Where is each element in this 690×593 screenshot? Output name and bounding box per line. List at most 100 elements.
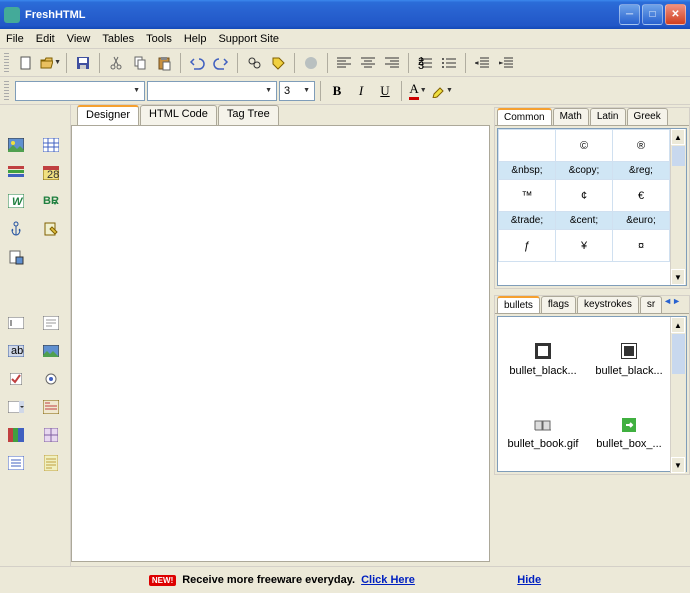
menu-tools[interactable]: Tools (146, 33, 172, 45)
font-color-button[interactable]: A▼ (407, 80, 429, 102)
radio-icon[interactable] (41, 369, 61, 389)
table-icon[interactable] (41, 135, 61, 155)
chart-icon[interactable] (6, 163, 26, 183)
tab-more[interactable]: sr (640, 296, 662, 313)
align-left-button[interactable] (333, 52, 355, 74)
redo-button[interactable] (210, 52, 232, 74)
font-family-select[interactable]: ▼ (15, 81, 145, 101)
image-icon[interactable] (6, 135, 26, 155)
outdent-button[interactable] (471, 52, 493, 74)
bullet-item[interactable]: bullet_black... (588, 325, 670, 395)
bullet-item[interactable]: bullet_box_... (588, 399, 670, 469)
unordered-list-button[interactable] (438, 52, 460, 74)
char-cell[interactable]: ¤ (613, 230, 670, 262)
close-button[interactable]: ✕ (665, 4, 686, 25)
scroll-down-icon[interactable]: ▼ (671, 269, 685, 285)
tab-nav-left-icon[interactable]: ◄ (663, 296, 672, 313)
find-button[interactable] (243, 52, 265, 74)
characters-panel: Common Math Latin Greek ©® &nbsp;&copy;&… (494, 107, 690, 289)
image-button-icon[interactable] (41, 341, 61, 361)
tab-tag-tree[interactable]: Tag Tree (218, 105, 279, 125)
anchor-icon[interactable] (6, 219, 26, 239)
grip[interactable] (4, 53, 9, 73)
font-style-select[interactable]: ▼ (147, 81, 277, 101)
scroll-up-icon[interactable]: ▲ (671, 129, 685, 145)
highlight-button[interactable]: ▼ (431, 80, 453, 102)
editor-canvas[interactable] (71, 125, 490, 562)
colors-icon[interactable] (6, 425, 26, 445)
textarea-icon[interactable] (41, 313, 61, 333)
menu-view[interactable]: View (67, 33, 91, 45)
maximize-button[interactable]: □ (642, 4, 663, 25)
char-cell[interactable]: ƒ (499, 230, 556, 262)
window-title: FreshHTML (25, 9, 619, 21)
tab-bullets[interactable]: bullets (497, 296, 540, 313)
char-cell[interactable]: © (556, 130, 613, 162)
bullet-item[interactable]: bullet_book.gif (502, 399, 584, 469)
menu-edit[interactable]: Edit (36, 33, 55, 45)
char-label: &reg; (613, 162, 670, 180)
scrollbar[interactable]: ▲ ▼ (670, 317, 686, 473)
scrollbar[interactable]: ▲ ▼ (670, 129, 686, 285)
scroll-down-icon[interactable]: ▼ (671, 457, 685, 473)
tab-html-code[interactable]: HTML Code (140, 105, 217, 125)
button-icon[interactable]: abc (6, 341, 26, 361)
char-cell[interactable]: ™ (499, 180, 556, 212)
menu-tables[interactable]: Tables (102, 33, 134, 45)
align-right-button[interactable] (381, 52, 403, 74)
menu-file[interactable]: File (6, 33, 24, 45)
svg-text:3: 3 (418, 60, 424, 69)
tab-keystrokes[interactable]: keystrokes (577, 296, 639, 313)
copy-button[interactable] (129, 52, 151, 74)
menu-help[interactable]: Help (184, 33, 207, 45)
open-button[interactable]: ▼ (39, 52, 61, 74)
tab-nav-right-icon[interactable]: ► (672, 296, 681, 313)
char-cell[interactable]: ¥ (556, 230, 613, 262)
tag-button[interactable] (267, 52, 289, 74)
page-props-icon[interactable] (6, 247, 26, 267)
sphere-button[interactable] (300, 52, 322, 74)
bullet-item[interactable]: bullet_black... (502, 325, 584, 395)
cut-button[interactable] (105, 52, 127, 74)
char-cell[interactable]: ® (613, 130, 670, 162)
italic-button[interactable]: I (350, 80, 372, 102)
grip[interactable] (4, 81, 9, 101)
titlebar: FreshHTML ─ □ ✕ (0, 0, 690, 29)
save-button[interactable] (72, 52, 94, 74)
tab-common[interactable]: Common (497, 108, 552, 125)
edit-page-icon[interactable] (41, 219, 61, 239)
char-cell[interactable] (499, 130, 556, 162)
tab-latin[interactable]: Latin (590, 108, 626, 125)
char-cell[interactable]: ¢ (556, 180, 613, 212)
excel-icon[interactable]: W (6, 191, 26, 211)
underline-button[interactable]: U (374, 80, 396, 102)
new-button[interactable] (15, 52, 37, 74)
form-icon[interactable] (41, 397, 61, 417)
indent-button[interactable] (495, 52, 517, 74)
undo-button[interactable] (186, 52, 208, 74)
input-text-icon[interactable] (6, 313, 26, 333)
ordered-list-button[interactable]: 123 (414, 52, 436, 74)
calendar-icon[interactable]: 28 (41, 163, 61, 183)
scroll-up-icon[interactable]: ▲ (671, 317, 685, 333)
menu-support[interactable]: Support Site (218, 33, 279, 45)
font-size-select[interactable]: 3▼ (279, 81, 315, 101)
tab-designer[interactable]: Designer (77, 105, 139, 125)
char-label: &cent; (556, 212, 613, 230)
paste-button[interactable] (153, 52, 175, 74)
svg-text:W: W (12, 196, 24, 208)
svg-text:28: 28 (47, 169, 59, 180)
checkbox-icon[interactable] (6, 369, 26, 389)
bold-button[interactable]: B (326, 80, 348, 102)
br-icon[interactable]: BR (41, 191, 61, 211)
list-icon[interactable] (6, 453, 26, 473)
char-cell[interactable]: € (613, 180, 670, 212)
align-center-button[interactable] (357, 52, 379, 74)
notes-icon[interactable] (41, 453, 61, 473)
grid-icon[interactable] (41, 425, 61, 445)
tab-greek[interactable]: Greek (627, 108, 668, 125)
tab-flags[interactable]: flags (541, 296, 576, 313)
select-icon[interactable] (6, 397, 26, 417)
minimize-button[interactable]: ─ (619, 4, 640, 25)
tab-math[interactable]: Math (553, 108, 589, 125)
